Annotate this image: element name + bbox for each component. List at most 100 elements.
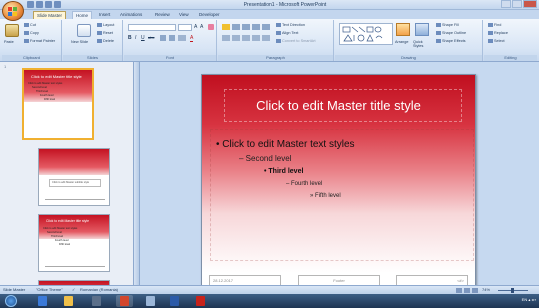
zoom-slider-thumb[interactable] bbox=[511, 288, 514, 293]
office-button[interactable] bbox=[2, 1, 24, 21]
shrink-font-icon[interactable]: A bbox=[200, 24, 203, 30]
thumbnail-body-line: Third level bbox=[51, 235, 63, 238]
shadow-icon[interactable] bbox=[160, 35, 166, 41]
text-direction-label: Text Direction bbox=[282, 23, 305, 27]
explorer-icon[interactable] bbox=[64, 296, 73, 306]
layout-label: Layout bbox=[103, 23, 115, 27]
tab-developer[interactable]: Developer bbox=[196, 11, 223, 18]
close-button[interactable] bbox=[523, 0, 537, 8]
quick-styles-icon[interactable] bbox=[415, 23, 429, 36]
shape-outline-label: Shape Outline bbox=[442, 31, 467, 35]
tab-animations[interactable]: Animations bbox=[117, 11, 145, 18]
tab-view[interactable]: View bbox=[176, 11, 192, 18]
arrange-button[interactable]: Arrange bbox=[395, 40, 409, 44]
new-slide-icon[interactable] bbox=[77, 24, 91, 37]
master-thumbnail[interactable]: Click to edit Master title style Click t… bbox=[22, 68, 94, 140]
undo-icon[interactable] bbox=[36, 1, 43, 8]
align-right-icon[interactable] bbox=[242, 35, 250, 41]
maximize-button[interactable] bbox=[512, 0, 522, 8]
slide-title[interactable]: Click to edit Master title style bbox=[202, 98, 475, 113]
redo-icon[interactable] bbox=[45, 1, 52, 8]
align-left-icon[interactable] bbox=[222, 35, 230, 41]
find-button[interactable]: Find bbox=[488, 23, 501, 27]
shape-effects-button[interactable]: Shape Effects bbox=[436, 39, 466, 43]
font-name-dropdown[interactable] bbox=[128, 24, 176, 31]
center-icon[interactable] bbox=[232, 35, 240, 41]
word-icon[interactable] bbox=[170, 296, 179, 306]
text-direction-button[interactable]: Text Direction bbox=[276, 23, 305, 27]
arrange-icon[interactable] bbox=[396, 23, 410, 36]
text-level-5[interactable]: » Fifth level bbox=[310, 193, 341, 199]
format-painter-button[interactable]: Format Painter bbox=[24, 39, 55, 43]
strikethrough-icon[interactable]: abc bbox=[148, 35, 154, 40]
columns-icon[interactable] bbox=[262, 35, 270, 41]
tab-home[interactable]: Home bbox=[72, 11, 93, 19]
layout-button[interactable]: Layout bbox=[97, 23, 114, 27]
clear-formatting-icon[interactable] bbox=[208, 24, 214, 30]
tab-insert[interactable]: Insert bbox=[96, 11, 113, 18]
thumbnail-body-line: Second level bbox=[32, 86, 47, 89]
quick-styles-button[interactable]: Quick Styles bbox=[413, 40, 433, 48]
language-indicator[interactable]: EN bbox=[522, 297, 528, 302]
spacing-icon[interactable] bbox=[169, 35, 175, 41]
reset-button[interactable]: Reset bbox=[97, 31, 113, 35]
master-slide[interactable]: Click to edit Master title style • Click… bbox=[201, 74, 476, 286]
text-level-4[interactable]: – Fourth level bbox=[286, 181, 322, 187]
status-language[interactable]: Romanian (Romania) bbox=[80, 286, 118, 294]
spellcheck-icon[interactable]: ✓ bbox=[72, 286, 75, 294]
start-button[interactable] bbox=[5, 295, 17, 307]
layout-thumbnail-title-slide[interactable]: Click to edit Master subtitle style bbox=[38, 148, 110, 206]
slideshow-icon[interactable] bbox=[472, 288, 478, 293]
bold-icon[interactable]: B bbox=[128, 35, 132, 41]
paste-button[interactable]: Paste bbox=[4, 40, 14, 44]
delete-button[interactable]: Delete bbox=[97, 39, 114, 43]
italic-icon[interactable]: I bbox=[135, 35, 136, 41]
text-level-1[interactable]: • Click to edit Master text styles bbox=[216, 139, 355, 150]
tab-slide-master[interactable]: Slide Master bbox=[33, 11, 67, 19]
copy-icon bbox=[24, 31, 29, 35]
editing-group-label: Editing bbox=[484, 55, 537, 61]
replace-button[interactable]: Replace bbox=[488, 31, 508, 35]
justify-icon[interactable] bbox=[252, 35, 260, 41]
text-level-3[interactable]: • Third level bbox=[264, 168, 303, 175]
bullets-icon[interactable] bbox=[222, 24, 230, 30]
normal-view-icon[interactable] bbox=[456, 288, 462, 293]
decrease-indent-icon[interactable] bbox=[242, 24, 250, 30]
copy-button[interactable]: Copy bbox=[24, 31, 39, 35]
select-button[interactable]: Select bbox=[488, 39, 505, 43]
internet-explorer-icon[interactable] bbox=[38, 296, 47, 306]
slide-sorter-icon[interactable] bbox=[464, 288, 470, 293]
text-level-2[interactable]: – Second level bbox=[239, 154, 291, 163]
change-case-icon[interactable] bbox=[178, 35, 186, 41]
grow-font-icon[interactable]: A bbox=[194, 24, 197, 30]
format-painter-icon bbox=[24, 39, 29, 43]
acrobat-icon[interactable] bbox=[196, 296, 205, 306]
thumbnail-body-line: Fourth level bbox=[55, 239, 69, 242]
window-icon[interactable] bbox=[146, 296, 155, 306]
convert-smartart-button[interactable]: Convert to SmartArt bbox=[276, 39, 316, 43]
underline-icon[interactable]: U bbox=[141, 35, 145, 41]
zoom-level[interactable]: 74% bbox=[482, 286, 490, 294]
new-slide-button[interactable]: New Slide bbox=[71, 40, 88, 44]
shape-outline-button[interactable]: Shape Outline bbox=[436, 31, 466, 35]
tab-review[interactable]: Review bbox=[152, 11, 173, 18]
media-player-icon[interactable] bbox=[92, 296, 101, 306]
thumbnail-number-1: 1 bbox=[4, 64, 7, 69]
align-text-button[interactable]: Align Text bbox=[276, 31, 298, 35]
layout-thumbnail-title-content[interactable]: Click to edit Master title style Click t… bbox=[38, 214, 110, 272]
powerpoint-icon[interactable] bbox=[120, 296, 129, 306]
cut-button[interactable]: Cut bbox=[24, 23, 36, 27]
title-bar: Presentation1 - Microsoft PowerPoint bbox=[0, 0, 539, 10]
save-icon[interactable] bbox=[27, 1, 34, 8]
shape-fill-button[interactable]: Shape Fill bbox=[436, 23, 459, 27]
font-size-dropdown[interactable] bbox=[178, 24, 192, 31]
font-color-icon[interactable]: A bbox=[190, 35, 194, 42]
minimize-button[interactable] bbox=[501, 0, 511, 8]
line-spacing-icon[interactable] bbox=[262, 24, 270, 30]
shape-fill-icon bbox=[436, 23, 441, 27]
customize-qat-icon[interactable] bbox=[54, 1, 61, 8]
numbering-icon[interactable] bbox=[232, 24, 240, 30]
paste-icon[interactable] bbox=[5, 24, 19, 37]
increase-indent-icon[interactable] bbox=[252, 24, 260, 30]
shapes-gallery[interactable] bbox=[339, 23, 393, 45]
